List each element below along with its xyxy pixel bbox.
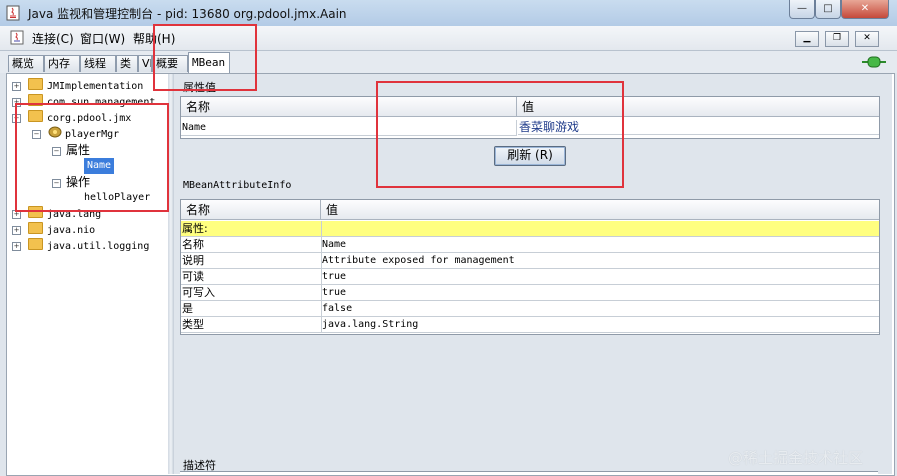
close-button[interactable]: ✕ — [841, 0, 889, 19]
annotation-box-mbean-tab — [153, 24, 257, 91]
tab-memory[interactable]: 内存 — [44, 55, 80, 72]
annotation-box-values — [376, 81, 624, 188]
info-value-cell: Name — [321, 237, 879, 253]
tab-threads[interactable]: 线程 — [80, 55, 116, 72]
column-header-value[interactable]: 值 — [321, 200, 879, 220]
column-divider — [321, 221, 322, 333]
info-name-cell: 可读 — [181, 269, 321, 285]
info-name-cell: 是 — [181, 301, 321, 317]
tab-classes[interactable]: 类 — [116, 55, 138, 72]
inner-restore-button[interactable]: ❐ — [825, 31, 849, 47]
window-titlebar: Java 监视和管理控制台 - pid: 13680 org.pdool.jmx… — [0, 0, 897, 26]
info-name-cell: 说明 — [181, 253, 321, 269]
tab-strip: 概览 内存 线程 类 VM 概要 MBean — [0, 51, 897, 73]
info-value-cell: true — [321, 285, 879, 301]
annotation-box-tree — [15, 103, 169, 212]
attribute-info-table: 名称 值 属性: 名称 Name 说明 Attribute exposed fo… — [180, 199, 880, 335]
watermark: @稀土掘金技术社区 — [728, 449, 864, 467]
inner-close-button[interactable]: ✕ — [855, 31, 879, 47]
folder-icon — [28, 238, 43, 250]
info-name-cell: 可写入 — [181, 285, 321, 301]
info-value-cell: false — [321, 301, 879, 317]
descriptor-table — [180, 471, 878, 475]
window-title: Java 监视和管理控制台 - pid: 13680 org.pdool.jmx… — [28, 7, 347, 21]
expand-toggle[interactable]: + — [12, 226, 21, 235]
tab-overview[interactable]: 概览 — [8, 55, 44, 72]
menu-bar: 连接(C) 窗口(W) 帮助(H) — [0, 26, 897, 51]
green-plug-icon — [862, 56, 886, 68]
tree-node-java-util-logging[interactable]: java.util.logging — [28, 238, 149, 254]
folder-icon — [28, 78, 43, 90]
menu-connect[interactable]: 连接(C) — [32, 30, 74, 47]
info-value-cell: true — [321, 269, 879, 285]
java-cup-icon — [6, 5, 20, 21]
folder-icon — [28, 222, 43, 234]
java-doc-icon — [10, 30, 24, 45]
info-name-cell: 名称 — [181, 237, 321, 253]
expand-toggle[interactable]: + — [12, 242, 21, 251]
tab-vm[interactable]: VM — [138, 55, 152, 72]
tree-node-jmimplementation[interactable]: JMImplementation — [28, 78, 143, 94]
info-name-cell: 类型 — [181, 317, 321, 333]
menu-window[interactable]: 窗口(W) — [80, 30, 125, 47]
expand-toggle[interactable]: + — [12, 82, 21, 91]
attribute-info-title: MBeanAttributeInfo — [183, 180, 292, 191]
inner-minimize-button[interactable]: ▁ — [795, 31, 819, 47]
tree-node-java-nio[interactable]: java.nio — [28, 222, 95, 238]
info-value-cell: java.lang.String — [321, 317, 879, 333]
maximize-button[interactable]: □ — [815, 0, 841, 19]
info-value-cell: Attribute exposed for management — [321, 253, 879, 269]
section-row-attributes: 属性: — [181, 221, 879, 237]
minimize-button[interactable]: — — [789, 0, 815, 19]
column-header-name[interactable]: 名称 — [181, 200, 321, 220]
